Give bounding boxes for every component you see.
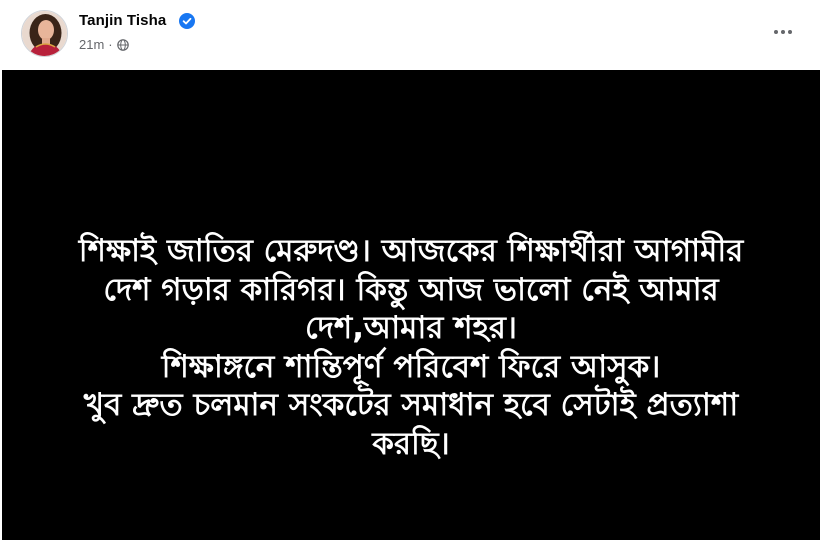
post-header: Tanjin Tisha 21m ·: [0, 0, 820, 70]
post-time[interactable]: 21m: [79, 37, 104, 52]
post-text-line: খুব দ্রুত চলমান সংকটের সমাধান হবে সেটাই …: [83, 387, 739, 423]
post-text-background: শিক্ষাই জাতির মেরুদণ্ড। আজকের শিক্ষার্থী…: [2, 70, 820, 540]
post-text-line: করছি।: [372, 425, 450, 462]
author-name[interactable]: Tanjin Tisha: [79, 12, 166, 29]
more-dot: [788, 30, 792, 34]
post-text-line: শিক্ষাঙ্গনে শান্তিপূর্ণ পরিবেশ ফিরে আসুক…: [161, 348, 661, 385]
post-text-line: শিক্ষাই জাতির মেরুদণ্ড। আজকের শিক্ষার্থী…: [78, 233, 744, 269]
more-dot: [781, 30, 785, 34]
meta-separator: ·: [108, 37, 113, 52]
post-text-line: দেশ গড়ার কারিগর। কিন্তু আজ ভালো নেই আমা…: [103, 271, 719, 308]
verified-badge-icon: [179, 13, 195, 29]
post-meta: 21m ·: [79, 37, 129, 52]
more-dot: [774, 30, 778, 34]
more-options-button[interactable]: [768, 20, 798, 44]
post-text: শিক্ষাই জাতির মেরুদণ্ড। আজকের শিক্ষার্থী…: [2, 232, 820, 463]
profile-photo-icon: [22, 11, 67, 56]
globe-icon[interactable]: [116, 38, 129, 51]
author-avatar[interactable]: [21, 10, 68, 57]
post-text-line: দেশ,আমার শহর।: [305, 310, 517, 346]
facebook-post: Tanjin Tisha 21m · শিক্ষাই জাতির মেরুদণ্…: [0, 0, 820, 540]
